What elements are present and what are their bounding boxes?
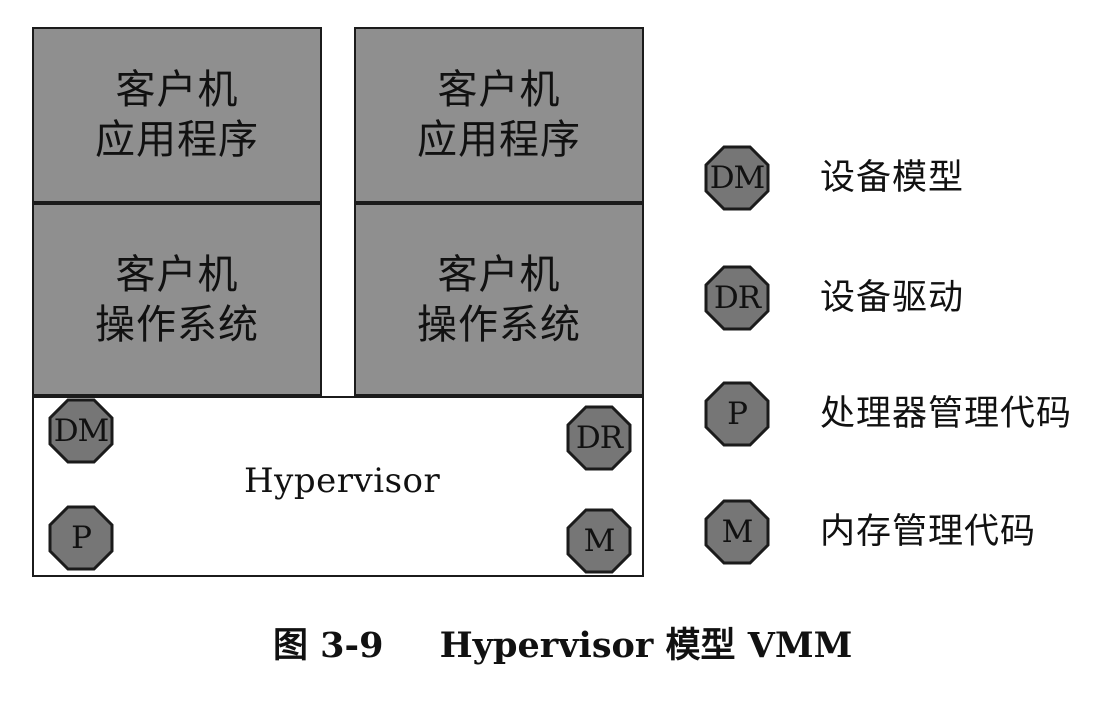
figure-number: 图 3-9 — [273, 625, 384, 666]
legend: DM 设备模型 DR 设备驱动 P 处理器管理代码 M 内存管理代码 — [704, 145, 1094, 585]
legend-memory-management-octagon-icon: M — [704, 499, 770, 565]
legend-item-device-driver: DR 设备驱动 — [704, 265, 1094, 337]
figure-caption: 图 3-9 Hypervisor 模型 VMM — [273, 628, 852, 663]
device-driver-octagon-icon: DR — [566, 405, 632, 471]
legend-device-model-label: 设备模型 — [820, 158, 965, 198]
left-guest-application-box: 客户机 应用程序 — [32, 27, 322, 203]
right-guest-os-box: 客户机 操作系统 — [354, 203, 644, 396]
legend-processor-management-symbol: P — [727, 395, 748, 432]
right-guest-application-box: 客户机 应用程序 — [354, 27, 644, 203]
figure-title: Hypervisor 模型 VMM — [439, 625, 853, 666]
left-guest-os-box: 客户机 操作系统 — [32, 203, 322, 396]
left-guest-os-label: 客户机 操作系统 — [95, 251, 259, 348]
legend-memory-management-symbol: M — [721, 513, 754, 550]
legend-device-model-symbol: DM — [709, 159, 766, 196]
right-guest-application-label: 客户机 应用程序 — [417, 67, 581, 163]
legend-device-driver-label: 设备驱动 — [820, 278, 965, 318]
legend-processor-management-octagon-icon: P — [704, 381, 770, 447]
device-driver-octagon-label: DR — [575, 419, 623, 456]
legend-device-model-octagon-icon: DM — [704, 145, 770, 211]
legend-memory-management-label: 内存管理代码 — [820, 512, 1037, 552]
left-guest-application-label: 客户机 应用程序 — [95, 67, 259, 163]
hypervisor-layer: Hypervisor — [32, 396, 644, 577]
processor-management-octagon-icon: P — [48, 505, 114, 571]
legend-item-memory-management: M 内存管理代码 — [704, 499, 1094, 571]
right-guest-os-label: 客户机 操作系统 — [417, 251, 581, 348]
device-model-octagon-label: DM — [53, 412, 110, 449]
memory-management-octagon-icon: M — [566, 508, 632, 574]
memory-management-octagon-label: M — [583, 522, 616, 559]
legend-device-driver-octagon-icon: DR — [704, 265, 770, 331]
device-model-octagon-icon: DM — [48, 398, 114, 464]
legend-item-processor-management: P 处理器管理代码 — [704, 381, 1094, 453]
legend-item-device-model: DM 设备模型 — [704, 145, 1094, 217]
hypervisor-model-diagram: 客户机 应用程序 客户机 应用程序 客户机 操作系统 客户机 操作系统 Hype… — [0, 0, 1108, 704]
processor-management-octagon-label: P — [71, 519, 92, 556]
legend-processor-management-label: 处理器管理代码 — [820, 394, 1073, 434]
legend-device-driver-symbol: DR — [713, 279, 761, 316]
hypervisor-label: Hypervisor — [244, 461, 441, 501]
